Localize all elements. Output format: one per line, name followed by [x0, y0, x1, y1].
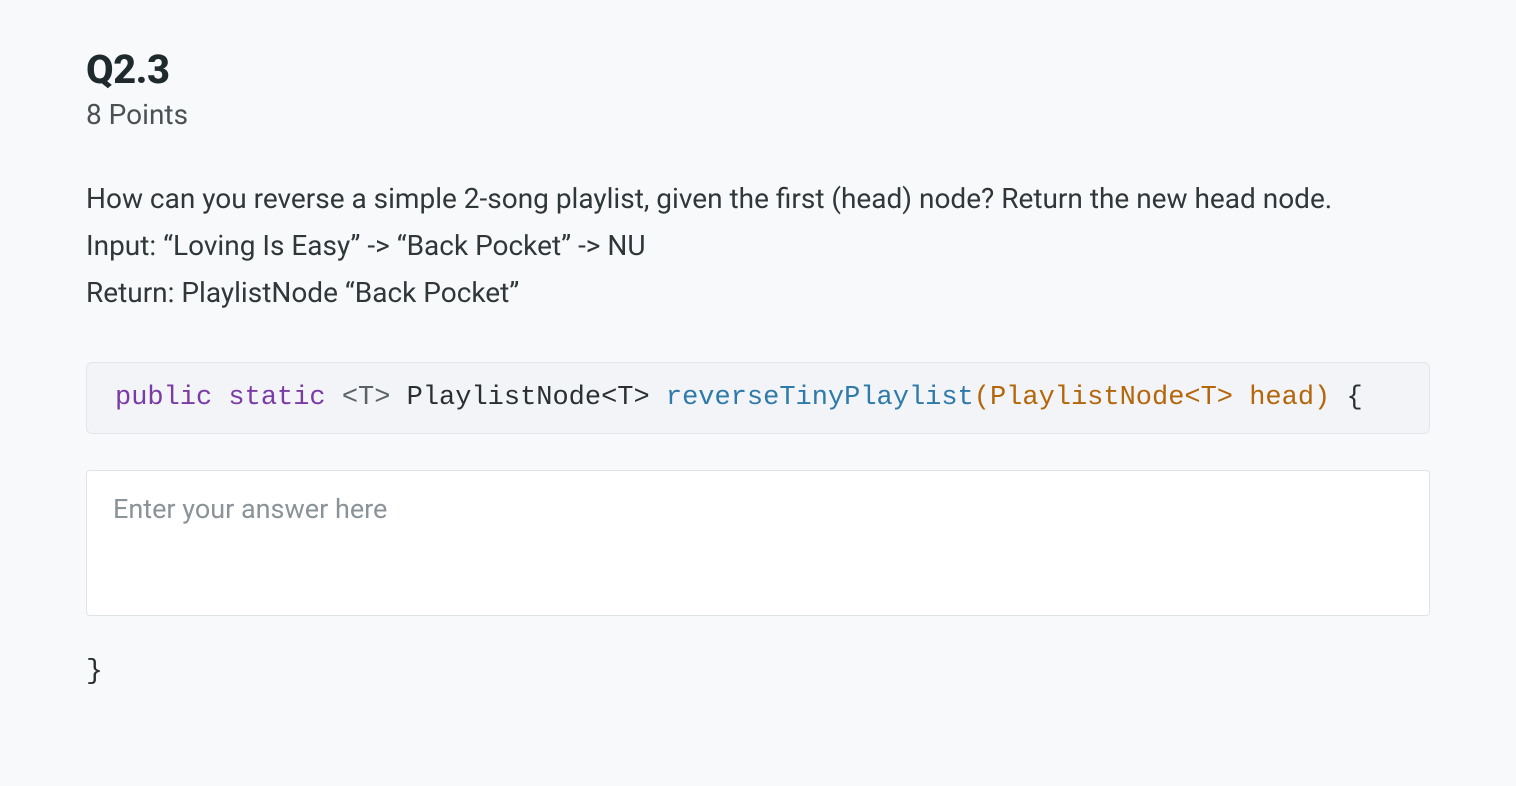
code-paren: ( [974, 383, 990, 413]
code-keyword: static [228, 383, 325, 413]
code-paren: ) [1314, 383, 1330, 413]
code-signature: public static <T> PlaylistNode<T> revers… [86, 362, 1430, 434]
answer-input[interactable] [86, 470, 1430, 616]
question-points: 8 Points [86, 98, 1430, 131]
question-prompt: How can you reverse a simple 2-song play… [86, 175, 1430, 316]
code-closing-brace: } [86, 656, 1430, 687]
prompt-line: How can you reverse a simple 2-song play… [86, 175, 1430, 222]
code-return-type: PlaylistNode<T> [407, 383, 650, 413]
code-param-name: head [1249, 383, 1314, 413]
prompt-line: Return: PlaylistNode “Back Pocket” [86, 269, 1430, 316]
code-function-name: reverseTinyPlaylist [666, 383, 974, 413]
prompt-line: Input: “Loving Is Easy” -> “Back Pocket”… [86, 222, 1430, 269]
question-container: Q2.3 8 Points How can you reverse a simp… [0, 0, 1516, 687]
code-brace: { [1346, 383, 1362, 413]
code-generic: <T> [342, 383, 391, 413]
code-keyword: public [115, 383, 212, 413]
question-number: Q2.3 [86, 48, 1430, 92]
code-param-type: PlaylistNode<T> [990, 383, 1233, 413]
